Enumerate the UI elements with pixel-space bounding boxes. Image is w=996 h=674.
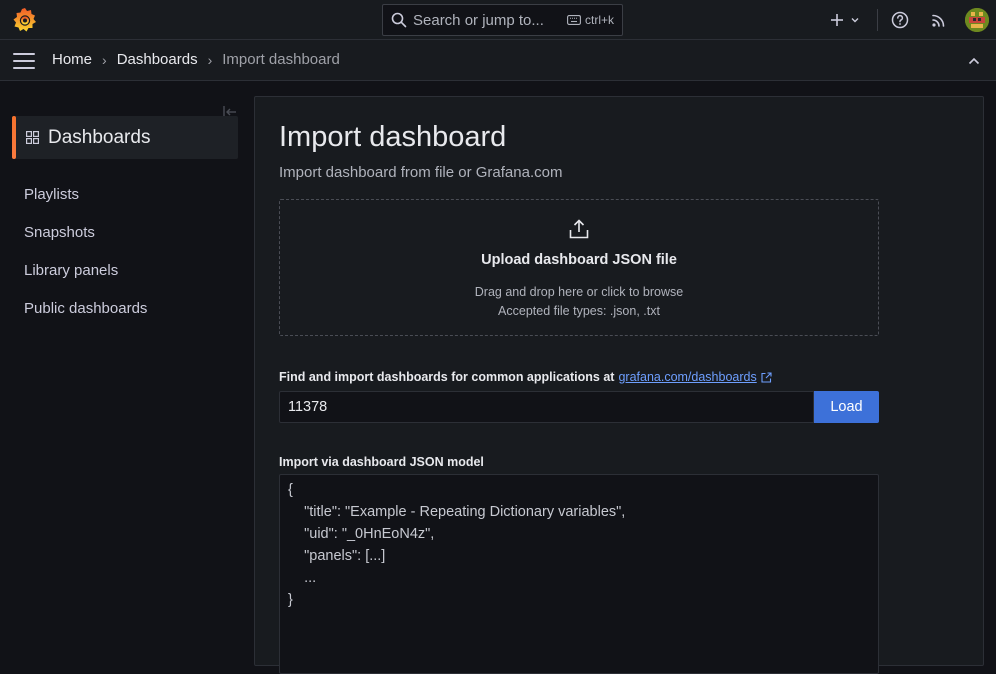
page-title: Import dashboard	[279, 121, 507, 153]
grafana-com-field-label: Find and import dashboards for common ap…	[279, 370, 772, 384]
upload-hint: Drag and drop here or click to browse	[474, 285, 684, 299]
dashboard-id-input[interactable]: 11378	[279, 391, 814, 423]
json-line: }	[288, 592, 293, 608]
upload-title: Upload dashboard JSON file	[481, 252, 677, 268]
json-line: "title": "Example - Repeating Dictionary…	[288, 504, 626, 520]
upload-icon	[569, 219, 589, 239]
page-subtitle: Import dashboard from file or Grafana.co…	[279, 164, 563, 181]
sidebar-section-title: Dashboards	[48, 127, 151, 148]
search-placeholder: Search or jump to...	[413, 11, 544, 29]
breadcrumb-current: Import dashboard	[222, 51, 340, 68]
section-nav: Dashboards Playlists Snapshots Library p…	[0, 81, 246, 661]
chevron-right-icon: ›	[207, 51, 213, 68]
sidebar-item-library-panels[interactable]: Library panels	[24, 262, 118, 279]
keyboard-icon	[567, 15, 581, 25]
upload-file-types: Accepted file types: .json, .txt	[498, 304, 660, 318]
load-button[interactable]: Load	[814, 391, 879, 423]
main-content: Import dashboard Import dashboard from f…	[254, 96, 984, 674]
breadcrumb-home[interactable]: Home	[52, 51, 92, 68]
file-dropzone[interactable]: Upload dashboard JSON file Drag and drop…	[279, 199, 879, 336]
avatar[interactable]	[965, 8, 989, 32]
json-model-textarea[interactable]: { "title": "Example - Repeating Dictiona…	[279, 474, 879, 674]
sidebar-item-public-dashboards[interactable]: Public dashboards	[24, 300, 147, 317]
breadcrumb-dashboards[interactable]: Dashboards	[117, 51, 198, 68]
chevron-right-icon: ›	[102, 51, 107, 68]
menu-toggle-button[interactable]	[13, 53, 35, 69]
top-navbar: Search or jump to... ctrl+k	[0, 0, 996, 40]
grafana-logo-icon[interactable]	[12, 7, 38, 33]
apps-grid-icon	[26, 131, 39, 144]
help-icon[interactable]	[890, 10, 910, 30]
active-indicator	[12, 116, 16, 159]
chevron-up-icon[interactable]	[967, 54, 981, 68]
search-bar[interactable]: Search or jump to... ctrl+k	[382, 4, 623, 36]
json-line: {	[288, 482, 293, 498]
search-icon	[391, 12, 407, 28]
sidebar-item-dashboards[interactable]: Dashboards	[12, 116, 238, 159]
toolbar-divider	[877, 9, 878, 31]
rss-icon[interactable]	[929, 10, 949, 30]
json-model-label: Import via dashboard JSON model	[279, 455, 484, 469]
external-link-icon[interactable]	[761, 371, 772, 383]
plus-icon	[831, 14, 843, 26]
new-button[interactable]	[830, 10, 864, 30]
breadcrumb: Home › Dashboards › Import dashboard	[52, 51, 340, 68]
json-line: ...	[288, 570, 317, 586]
find-label-text: Find and import dashboards for common ap…	[279, 370, 615, 384]
breadcrumb-bar: Home › Dashboards › Import dashboard	[0, 40, 996, 81]
search-shortcut: ctrl+k	[567, 13, 614, 27]
sidebar-item-playlists[interactable]: Playlists	[24, 186, 79, 203]
chevron-down-icon	[851, 18, 859, 23]
sidebar-item-snapshots[interactable]: Snapshots	[24, 224, 95, 241]
json-line: "panels": [...]	[288, 548, 386, 564]
shortcut-label: ctrl+k	[584, 13, 614, 27]
json-line: "uid": "_0HnEoN4z",	[288, 526, 435, 542]
grafana-dashboards-link[interactable]: grafana.com/dashboards	[618, 370, 756, 384]
